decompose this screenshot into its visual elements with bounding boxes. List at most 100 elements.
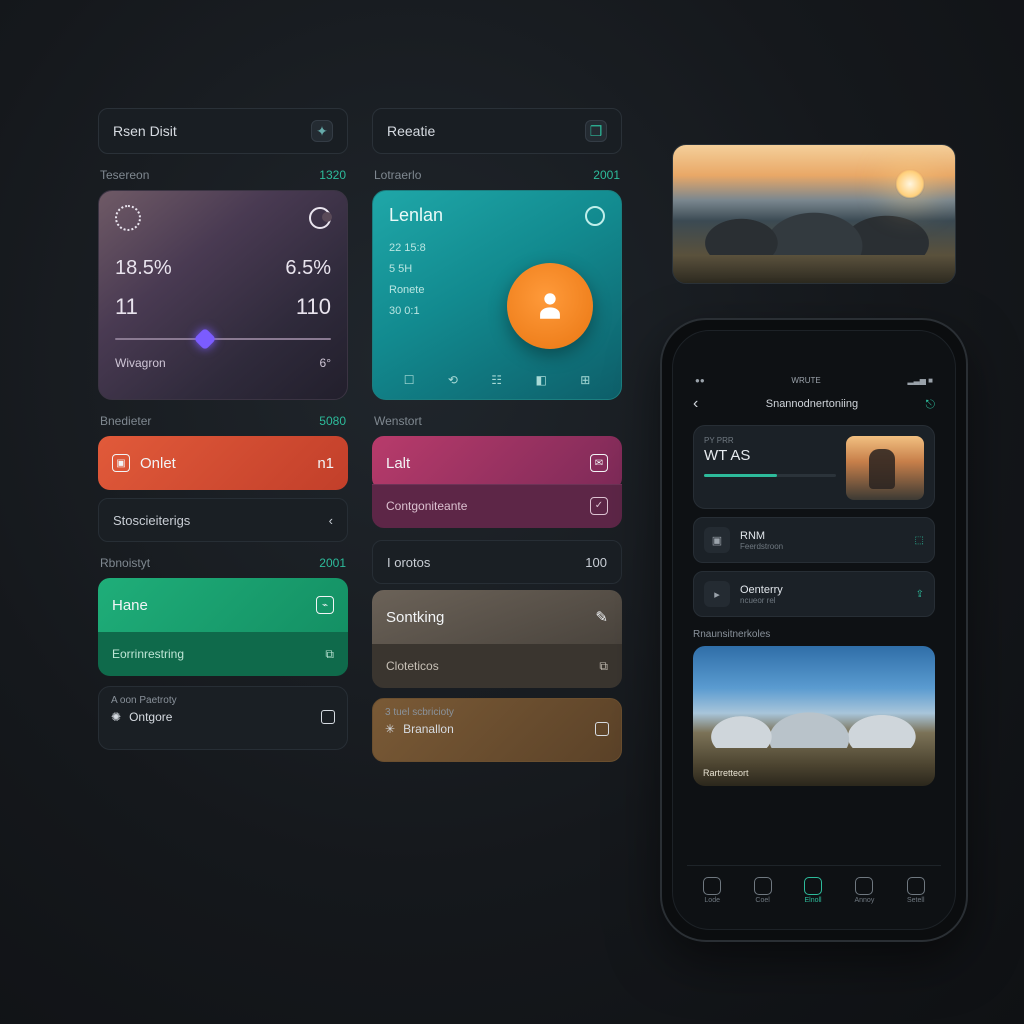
section-label: Wenstort bbox=[374, 414, 422, 428]
tray-icon[interactable]: ☐ bbox=[404, 373, 415, 387]
list-icon: ▣ bbox=[704, 527, 730, 553]
header-title: Rsen Disit bbox=[113, 123, 177, 139]
play-thumbnail bbox=[846, 436, 924, 500]
row-value: 100 bbox=[585, 555, 607, 570]
list-badge: ⬚ bbox=[915, 535, 924, 546]
now-playing-card[interactable]: PY PRR WT AS bbox=[693, 425, 935, 509]
card-onlet[interactable]: ▣Onlet n1 bbox=[98, 436, 348, 490]
header-action-icon[interactable]: ❒ bbox=[585, 120, 607, 142]
teal-title: Lenlan bbox=[389, 205, 443, 226]
weather-footer-label: Wivagron bbox=[115, 356, 166, 370]
status-carrier: WRUTE bbox=[791, 376, 820, 385]
list-sub: ncueor rel bbox=[740, 596, 906, 605]
card-subtitle: Cloteticos bbox=[386, 659, 439, 673]
section-label-2: Bnedieter 5080 bbox=[100, 414, 346, 428]
section-label: Rbnoistyt bbox=[100, 556, 150, 570]
tab-item[interactable]: Elnoll bbox=[804, 877, 822, 904]
slider-knob[interactable] bbox=[194, 328, 217, 351]
check-icon: ✓ bbox=[590, 497, 608, 515]
teal-card[interactable]: Lenlan 22 15:8 5 5H Ronete 30 0:1 ☐ ⟲ ☷ … bbox=[372, 190, 622, 400]
section-label: Tesereon bbox=[100, 168, 149, 182]
section-value: 2001 bbox=[593, 168, 620, 182]
moon-icon bbox=[309, 207, 331, 229]
tab-icon bbox=[855, 877, 873, 895]
chip-icon bbox=[595, 722, 609, 736]
tab-item[interactable]: Lode bbox=[703, 877, 721, 904]
phone-frame: ●● WRUTE ▂▃▅ ■ ‹ Snannodnertoniing ⎋ PY … bbox=[660, 318, 968, 942]
nav-action-icon[interactable]: ⎋ bbox=[926, 397, 936, 412]
teal-icon-row: ☐ ⟲ ☷ ◧ ⊞ bbox=[387, 373, 607, 387]
card-subtitle: Contgoniteante bbox=[386, 499, 467, 513]
nav-bar: ‹ Snannodnertoniing ⎋ bbox=[687, 389, 941, 419]
progress-bar[interactable] bbox=[704, 474, 836, 477]
card-title: Sontking bbox=[386, 609, 444, 626]
list-icon: ▸ bbox=[704, 581, 730, 607]
card-hane-sub[interactable]: Eorrinrestring ⧉ bbox=[98, 632, 348, 676]
mini-label: A oon Paetroty bbox=[111, 695, 177, 706]
list-item[interactable]: ▸ Oenterryncueor rel ⇪ bbox=[693, 571, 935, 617]
tab-bar: Lode Coel Elnoll Annoy Setell bbox=[687, 865, 941, 915]
list-item[interactable]: ▣ RNMFeerdstroon ⬚ bbox=[693, 517, 935, 563]
list-title: Oenterry bbox=[740, 584, 906, 596]
tab-icon bbox=[804, 877, 822, 895]
tab-label: Setell bbox=[907, 897, 925, 904]
row-label: Stoscieiterigs bbox=[113, 513, 190, 528]
section-label: Bnedieter bbox=[100, 414, 151, 428]
tab-item[interactable]: Setell bbox=[907, 877, 925, 904]
section-label: Rnaunsitnerkoles bbox=[693, 629, 935, 640]
tray-icon[interactable]: ⊞ bbox=[580, 373, 590, 387]
tray-icon[interactable]: ⟲ bbox=[448, 373, 458, 387]
weather-pct-left: 18.5% bbox=[115, 257, 172, 280]
tray-icon[interactable]: ☷ bbox=[491, 373, 502, 387]
card-lalt[interactable]: Lalt ✉ bbox=[372, 436, 622, 490]
tool-icon: ✎ bbox=[595, 608, 608, 626]
back-button[interactable]: ‹ bbox=[693, 395, 698, 413]
card-sontking-sub[interactable]: Cloteticos ⧉ bbox=[372, 644, 622, 688]
section-label-3: Rbnoistyt 2001 bbox=[100, 556, 346, 570]
section-value: 5080 bbox=[319, 414, 346, 428]
weather-footer-value: 6° bbox=[320, 356, 331, 370]
status-right: ▂▃▅ ■ bbox=[907, 376, 933, 385]
chip-icon bbox=[321, 710, 335, 724]
tab-icon bbox=[703, 877, 721, 895]
header-card-2[interactable]: Reeatie ❒ bbox=[372, 108, 622, 154]
card-lalt-sub[interactable]: Contgoniteante ✓ bbox=[372, 484, 622, 528]
header-title: Reeatie bbox=[387, 123, 435, 139]
header-action-icon[interactable]: ✦ bbox=[311, 120, 333, 142]
mini-item: Branallon bbox=[403, 722, 454, 736]
status-bar: ●● WRUTE ▂▃▅ ■ bbox=[687, 371, 941, 389]
play-title: WT AS bbox=[704, 447, 836, 464]
play-button[interactable] bbox=[507, 263, 593, 349]
card-sontking[interactable]: Sontking ✎ bbox=[372, 590, 622, 644]
tab-item[interactable]: Coel bbox=[754, 877, 772, 904]
tab-icon bbox=[907, 877, 925, 895]
card-hane[interactable]: Hane ⌁ bbox=[98, 578, 348, 632]
mini-card-2[interactable]: 3 tuel scbricioty ✳Branallon bbox=[372, 698, 622, 762]
square-icon: ▣ bbox=[112, 454, 130, 472]
tab-icon bbox=[754, 877, 772, 895]
card-title: Onlet bbox=[140, 455, 176, 472]
weather-card[interactable]: 18.5% 6.5% 11 110 Wivagron 6° bbox=[98, 190, 348, 400]
list-sub: Feerdstroon bbox=[740, 542, 905, 551]
row-stoscie[interactable]: Stoscieiterigs ‹ bbox=[98, 498, 348, 542]
sun-icon bbox=[115, 205, 141, 231]
weather-slider[interactable] bbox=[115, 338, 331, 340]
weather-num-right: 110 bbox=[296, 294, 331, 320]
card-title: Lalt bbox=[386, 455, 410, 472]
list-title: RNM bbox=[740, 530, 905, 542]
header-card-1[interactable]: Rsen Disit ✦ bbox=[98, 108, 348, 154]
row-orotos[interactable]: I orotos 100 bbox=[372, 540, 622, 584]
tray-icon[interactable]: ◧ bbox=[535, 373, 546, 387]
spark-icon: ✺ bbox=[111, 710, 121, 724]
teal-row: 22 15:8 bbox=[389, 238, 605, 259]
chevron-icon: ‹ bbox=[329, 513, 333, 528]
tab-item[interactable]: Annoy bbox=[854, 877, 874, 904]
person-icon bbox=[533, 289, 567, 323]
mini-card-1[interactable]: A oon Paetroty ✺Ontgore bbox=[98, 686, 348, 750]
link-icon: ⧉ bbox=[325, 647, 334, 662]
row-label: I orotos bbox=[387, 555, 430, 570]
tab-label: Elnoll bbox=[804, 897, 821, 904]
status-left: ●● bbox=[695, 376, 705, 385]
photo-card[interactable]: Rartretteort bbox=[693, 646, 935, 786]
chat-icon: ✉ bbox=[590, 454, 608, 472]
